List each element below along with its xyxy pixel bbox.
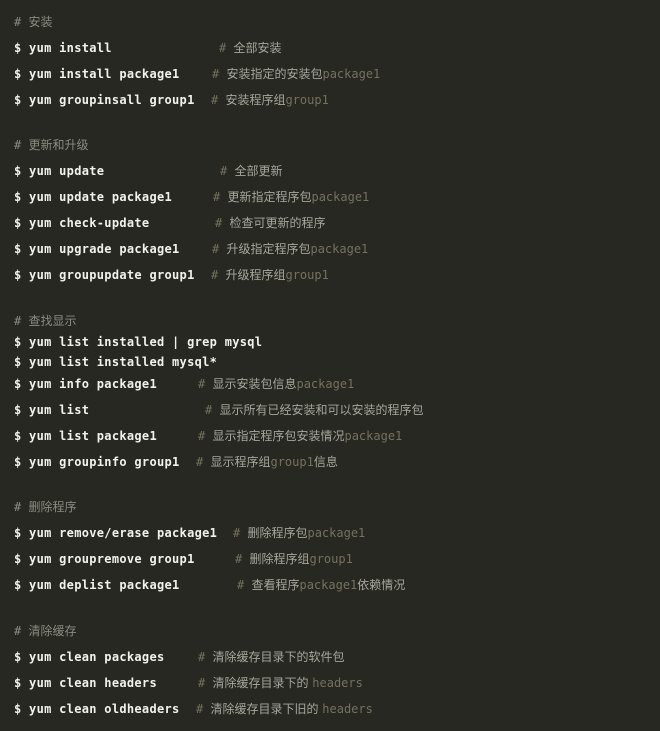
comment: # 全部更新 xyxy=(220,162,282,180)
comment: # 删除程序包package1 xyxy=(233,524,365,542)
comment: # 安装指定的安装包package1 xyxy=(212,65,380,83)
comment-identifier: package1 xyxy=(307,526,366,540)
command-line: $ yum groupremove group1 xyxy=(14,552,195,566)
comment-text: 信息 xyxy=(313,455,338,469)
command-line: $ yum clean oldheaders xyxy=(14,702,180,716)
comment-hash: # xyxy=(213,190,228,204)
comment-hash: # xyxy=(212,67,227,81)
comment-text: 检查可更新的程序 xyxy=(229,216,326,230)
section-header: # 查找显示 xyxy=(14,314,77,328)
comment-identifier: package1 xyxy=(311,190,370,204)
comment-hash: # xyxy=(212,242,227,256)
command-line: $ yum update xyxy=(14,164,105,178)
comment-hash: # xyxy=(211,268,226,282)
command-line: $ yum update package1 xyxy=(14,190,173,204)
command-line: $ yum list installed mysql* xyxy=(14,355,218,369)
section-header: # 删除程序 xyxy=(14,500,77,514)
comment: # 更新指定程序包package1 xyxy=(213,188,369,206)
comment-text: 显示指定程序包安装情况 xyxy=(212,429,345,443)
comment-hash: # xyxy=(220,164,235,178)
command-line: $ yum check-update xyxy=(14,216,150,230)
comment: # 清除缓存目录下的 headers xyxy=(198,674,363,692)
comment-identifier: package1 xyxy=(310,242,369,256)
command-line: $ yum groupinfo group1 xyxy=(14,455,180,469)
comment-identifier: package1 xyxy=(296,377,355,391)
comment-hash: # xyxy=(198,377,213,391)
comment: # 清除缓存目录下的软件包 xyxy=(198,648,344,666)
comment-text: 显示程序组 xyxy=(210,455,271,469)
command-line: $ yum list package1 xyxy=(14,429,157,443)
comment-hash: # xyxy=(196,702,211,716)
comment-text: 依赖情况 xyxy=(357,578,406,592)
comment-text: 删除程序组 xyxy=(249,552,310,566)
comment: # 显示所有已经安装和可以安装的程序包 xyxy=(205,401,423,419)
comment: # 检查可更新的程序 xyxy=(215,214,325,232)
command-line: $ yum clean packages xyxy=(14,650,165,664)
comment-identifier: package1 xyxy=(322,67,381,81)
command-line: $ yum install package1 xyxy=(14,67,180,81)
comment-hash: # xyxy=(219,41,234,55)
comment: # 清除缓存目录下旧的 headers xyxy=(196,700,373,718)
command-line: $ yum clean headers xyxy=(14,676,157,690)
comment-hash: # xyxy=(196,455,211,469)
comment-text: 清除缓存目录下的 xyxy=(212,676,313,690)
section-header: # 清除缓存 xyxy=(14,624,77,638)
comment-hash: # xyxy=(198,650,213,664)
comment: # 查看程序package1依赖情况 xyxy=(237,576,405,594)
command-line: $ yum list installed | grep mysql xyxy=(14,335,263,349)
comment-identifier: headers xyxy=(312,676,363,690)
comment-text: 更新指定程序包 xyxy=(227,190,312,204)
command-line: $ yum list xyxy=(14,403,90,417)
section-header: # 安装 xyxy=(14,15,53,29)
comment-identifier: group1 xyxy=(309,552,353,566)
comment-text: 清除缓存目录下的软件包 xyxy=(212,650,345,664)
comment: # 升级指定程序包package1 xyxy=(212,240,368,258)
comment-identifier: package1 xyxy=(344,429,403,443)
comment-identifier: headers xyxy=(322,702,373,716)
comment-hash: # xyxy=(198,676,213,690)
comment-identifier: package1 xyxy=(299,578,358,592)
comment-text: 显示所有已经安装和可以安装的程序包 xyxy=(219,403,424,417)
comment-text: 删除程序包 xyxy=(247,526,308,540)
command-line: $ yum remove/erase package1 xyxy=(14,526,218,540)
comment: # 显示指定程序包安装情况package1 xyxy=(198,427,402,445)
comment-text: 全部安装 xyxy=(233,41,282,55)
comment-identifier: group1 xyxy=(270,455,314,469)
comment-text: 查看程序 xyxy=(251,578,300,592)
comment: # 安装程序组group1 xyxy=(211,91,329,109)
comment: # 删除程序组group1 xyxy=(235,550,353,568)
comment: # 显示程序组group1信息 xyxy=(196,453,338,471)
comment-hash: # xyxy=(215,216,230,230)
section-header: # 更新和升级 xyxy=(14,138,89,152)
comment-hash: # xyxy=(198,429,213,443)
comment-text: 安装指定的安装包 xyxy=(226,67,323,81)
command-line: $ yum info package1 xyxy=(14,377,157,391)
comment-hash: # xyxy=(235,552,250,566)
comment-hash: # xyxy=(211,93,226,107)
comment-text: 显示安装包信息 xyxy=(212,377,297,391)
comment-text: 全部更新 xyxy=(234,164,283,178)
comment: # 全部安装 xyxy=(219,39,281,57)
command-line: $ yum install xyxy=(14,41,112,55)
command-line: $ yum groupinsall group1 xyxy=(14,93,195,107)
command-line: $ yum deplist package1 xyxy=(14,578,180,592)
comment-hash: # xyxy=(205,403,220,417)
command-line: $ yum groupupdate group1 xyxy=(14,268,195,282)
comment-text: 升级指定程序包 xyxy=(226,242,311,256)
comment-text: 安装程序组 xyxy=(225,93,286,107)
comment-identifier: group1 xyxy=(285,268,329,282)
comment: # 显示安装包信息package1 xyxy=(198,375,354,393)
comment: # 升级程序组group1 xyxy=(211,266,329,284)
comment-text: 升级程序组 xyxy=(225,268,286,282)
comment-identifier: group1 xyxy=(285,93,329,107)
comment-hash: # xyxy=(237,578,252,592)
command-line: $ yum upgrade package1 xyxy=(14,242,180,256)
comment-text: 清除缓存目录下旧的 xyxy=(210,702,323,716)
comment-hash: # xyxy=(233,526,248,540)
